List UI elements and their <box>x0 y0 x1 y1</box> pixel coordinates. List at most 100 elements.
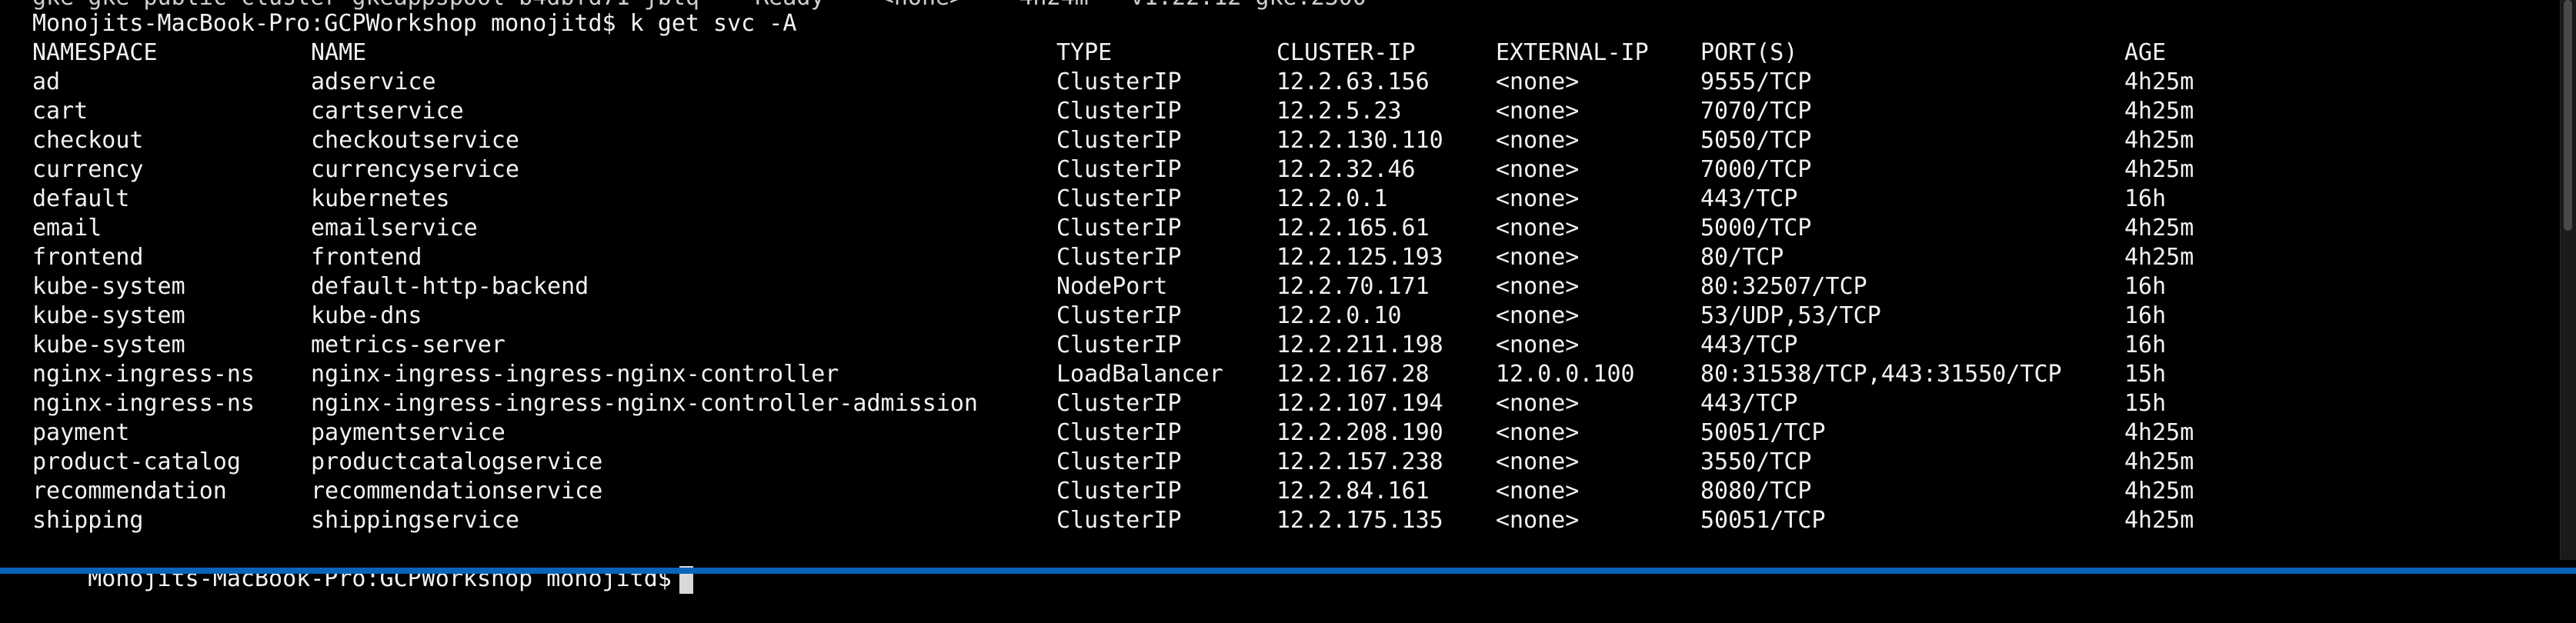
vertical-scrollbar[interactable] <box>2560 0 2576 560</box>
row-type: ClusterIP <box>1056 507 1182 534</box>
row-type: ClusterIP <box>1056 478 1182 505</box>
row-ports: 443/TCP <box>1700 390 1798 417</box>
row-name: paymentservice <box>311 419 506 446</box>
row-ports: 50051/TCP <box>1700 507 1826 534</box>
row-external-ip: <none> <box>1496 215 1580 242</box>
header-ports: PORT(S) <box>1700 39 1798 66</box>
row-namespace: nginx-ingress-ns <box>32 361 255 388</box>
row-cluster-ip: 12.2.211.198 <box>1276 331 1443 358</box>
row-name: default-http-backend <box>311 273 589 300</box>
row-type: NodePort <box>1056 273 1168 300</box>
row-age: 16h <box>2124 185 2167 212</box>
row-name: shippingservice <box>311 507 519 534</box>
row-namespace: cart <box>32 98 88 125</box>
row-external-ip: <none> <box>1496 419 1580 446</box>
row-type: ClusterIP <box>1056 302 1182 329</box>
row-type: ClusterIP <box>1056 244 1182 271</box>
row-type: ClusterIP <box>1056 215 1182 242</box>
row-age: 16h <box>2124 331 2167 358</box>
row-namespace: nginx-ingress-ns <box>32 390 255 417</box>
row-ports: 80:31538/TCP,443:31550/TCP <box>1700 361 2062 388</box>
row-external-ip: <none> <box>1496 185 1580 212</box>
row-external-ip: <none> <box>1496 156 1580 183</box>
row-name: checkoutservice <box>311 127 519 154</box>
row-external-ip: <none> <box>1496 273 1580 300</box>
row-cluster-ip: 12.2.167.28 <box>1276 361 1430 388</box>
row-ports: 7070/TCP <box>1700 98 1812 125</box>
header-external-ip: EXTERNAL-IP <box>1496 39 1649 66</box>
row-namespace: default <box>32 185 130 212</box>
final-prompt-line[interactable]: Monojits-MacBook-Pro:GCPWorkshop monojit… <box>32 535 693 594</box>
row-cluster-ip: 12.2.107.194 <box>1276 390 1443 417</box>
row-name: recommendationservice <box>311 478 603 505</box>
row-namespace: payment <box>32 419 130 446</box>
row-type: ClusterIP <box>1056 68 1182 95</box>
row-age: 4h25m <box>2124 98 2194 125</box>
scrollbar-thumb[interactable] <box>2564 0 2572 231</box>
row-age: 4h25m <box>2124 127 2194 154</box>
row-external-ip: <none> <box>1496 98 1580 125</box>
row-cluster-ip: 12.2.0.1 <box>1276 185 1388 212</box>
row-external-ip: <none> <box>1496 68 1580 95</box>
row-age: 4h25m <box>2124 507 2194 534</box>
row-name: cartservice <box>311 98 464 125</box>
row-cluster-ip: 12.2.157.238 <box>1276 448 1443 475</box>
row-external-ip: <none> <box>1496 448 1580 475</box>
row-external-ip: <none> <box>1496 390 1580 417</box>
row-cluster-ip: 12.2.32.46 <box>1276 156 1416 183</box>
row-age: 15h <box>2124 361 2167 388</box>
row-cluster-ip: 12.2.130.110 <box>1276 127 1443 154</box>
row-name: metrics-server <box>311 331 506 358</box>
row-type: LoadBalancer <box>1056 361 1223 388</box>
row-ports: 50051/TCP <box>1700 419 1826 446</box>
row-cluster-ip: 12.2.84.161 <box>1276 478 1430 505</box>
row-ports: 3550/TCP <box>1700 448 1812 475</box>
row-namespace: ad <box>32 68 61 95</box>
row-type: ClusterIP <box>1056 419 1182 446</box>
row-age: 16h <box>2124 302 2167 329</box>
row-cluster-ip: 12.2.5.23 <box>1276 98 1402 125</box>
row-type: ClusterIP <box>1056 98 1182 125</box>
command-prompt-line: Monojits-MacBook-Pro:GCPWorkshop monojit… <box>32 10 797 37</box>
row-age: 4h25m <box>2124 419 2194 446</box>
row-ports: 7000/TCP <box>1700 156 1812 183</box>
row-name: currencyservice <box>311 156 519 183</box>
row-age: 4h25m <box>2124 156 2194 183</box>
row-age: 15h <box>2124 390 2167 417</box>
row-cluster-ip: 12.2.63.156 <box>1276 68 1430 95</box>
row-cluster-ip: 12.2.125.193 <box>1276 244 1443 271</box>
bottom-accent-strip <box>0 568 2576 574</box>
row-external-ip: <none> <box>1496 478 1580 505</box>
row-type: ClusterIP <box>1056 331 1182 358</box>
row-namespace: product-catalog <box>32 448 241 475</box>
row-ports: 8080/TCP <box>1700 478 1812 505</box>
row-ports: 443/TCP <box>1700 331 1798 358</box>
row-name: nginx-ingress-ingress-nginx-controller <box>311 361 839 388</box>
row-name: frontend <box>311 244 422 271</box>
row-name: productcatalogservice <box>311 448 603 475</box>
row-external-ip: <none> <box>1496 331 1580 358</box>
row-type: ClusterIP <box>1056 185 1182 212</box>
row-external-ip: 12.0.0.100 <box>1496 361 1635 388</box>
row-cluster-ip: 12.2.70.171 <box>1276 273 1430 300</box>
row-type: ClusterIP <box>1056 156 1182 183</box>
table-header-row: NAMESPACE NAME TYPE CLUSTER-IP EXTERNAL-… <box>32 38 2166 68</box>
row-type: ClusterIP <box>1056 448 1182 475</box>
row-external-ip: <none> <box>1496 127 1580 154</box>
row-ports: 80/TCP <box>1700 244 1784 271</box>
header-namespace: NAMESPACE <box>32 39 158 66</box>
row-namespace: kube-system <box>32 302 185 329</box>
row-external-ip: <none> <box>1496 244 1580 271</box>
row-namespace: recommendation <box>32 478 227 505</box>
row-ports: 53/UDP,53/TCP <box>1700 302 1881 329</box>
row-age: 4h25m <box>2124 68 2194 95</box>
row-cluster-ip: 12.2.208.190 <box>1276 419 1443 446</box>
header-cluster-ip: CLUSTER-IP <box>1276 39 1416 66</box>
terminal-window[interactable]: gke-gke-public-cluster-gkeappspool-b4dbf… <box>0 0 2576 594</box>
row-namespace: currency <box>32 156 144 183</box>
row-ports: 443/TCP <box>1700 185 1798 212</box>
row-age: 16h <box>2124 273 2167 300</box>
row-name: nginx-ingress-ingress-nginx-controller-a… <box>311 390 978 417</box>
row-age: 4h25m <box>2124 215 2194 242</box>
row-external-ip: <none> <box>1496 507 1580 534</box>
